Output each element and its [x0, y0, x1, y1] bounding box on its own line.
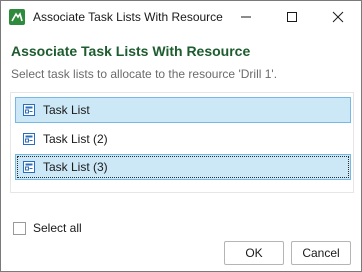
dialog-window: Associate Task Lists With Resource Assoc…: [0, 0, 362, 272]
maximize-icon: [287, 12, 297, 22]
dialog-subtitle: Select task lists to allocate to the res…: [11, 67, 278, 81]
minimize-icon: [241, 16, 251, 18]
window-title: Associate Task Lists With Resource: [33, 10, 223, 24]
list-item-label: Task List (2): [43, 132, 108, 146]
list-item-label: Task List (3): [43, 160, 108, 174]
list-item-task-list-3[interactable]: Task List (3): [15, 154, 351, 180]
minimize-button[interactable]: [223, 1, 269, 33]
task-list-icon: [22, 160, 36, 174]
select-all-checkbox[interactable]: [13, 221, 26, 235]
select-all-label: Select all: [33, 221, 82, 235]
task-list-listbox[interactable]: Task List Task List (2) Task List (3): [10, 92, 354, 193]
ok-button[interactable]: OK: [224, 241, 284, 265]
task-list-icon: [22, 103, 36, 117]
select-all-control[interactable]: Select all: [13, 221, 82, 235]
close-icon: [332, 11, 344, 23]
close-button[interactable]: [315, 1, 361, 33]
app-logo-icon: [9, 9, 25, 25]
dialog-heading: Associate Task Lists With Resource: [11, 43, 251, 59]
title-bar[interactable]: Associate Task Lists With Resource: [1, 1, 361, 33]
list-item-label: Task List: [43, 103, 90, 117]
maximize-button[interactable]: [269, 1, 315, 33]
cancel-button[interactable]: Cancel: [291, 241, 351, 265]
list-item-task-list-2[interactable]: Task List (2): [15, 126, 351, 152]
task-list-icon: [22, 132, 36, 146]
list-item-task-list[interactable]: Task List: [15, 97, 351, 123]
